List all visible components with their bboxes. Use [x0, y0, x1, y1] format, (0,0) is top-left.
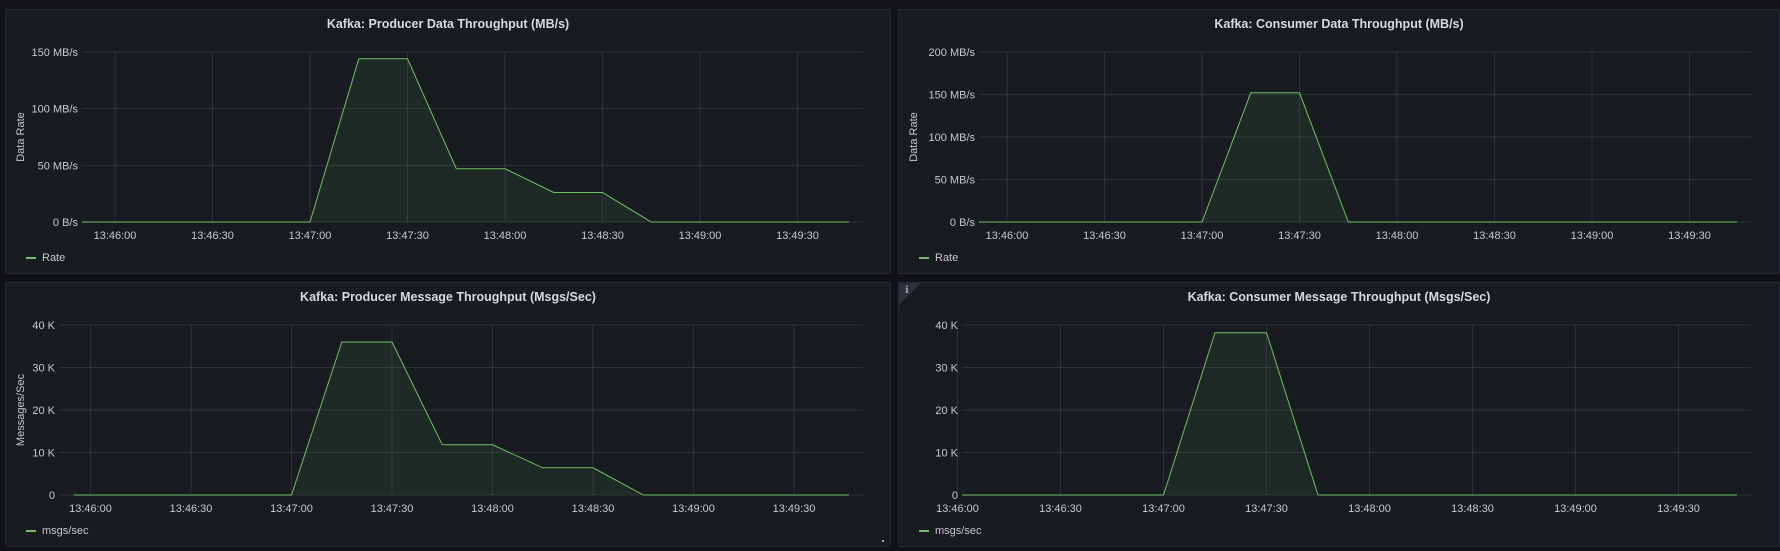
y-tick-label: 40 K [935, 320, 958, 332]
x-tick-label: 13:49:30 [773, 503, 816, 515]
x-tick-label: 13:48:30 [1473, 230, 1516, 242]
y-tick-label: 10 K [935, 448, 958, 460]
series-area [962, 332, 1737, 495]
y-tick-label: 0 B/s [53, 217, 79, 229]
x-tick-label: 13:47:30 [371, 503, 414, 515]
chart-consumer-data: 0 B/s 50 MB/s 100 MB/s 150 MB/s 200 MB/s 13:4… [908, 47, 1751, 242]
x-tick-label: 13:46:30 [1039, 503, 1082, 515]
x-tick-label: 13:47:30 [1278, 230, 1321, 242]
x-tick-label: 13:47:30 [1245, 503, 1288, 515]
x-tick-label: 13:46:30 [1083, 230, 1126, 242]
chart-producer-data: 0 B/s 50 MB/s 100 MB/s 150 MB/s 13:46:00 13:4… [15, 47, 863, 242]
legend-label: Rate [42, 252, 66, 264]
legend-swatch [26, 530, 36, 532]
x-tick-label: 13:48:00 [471, 503, 514, 515]
x-tick-label: 13:49:00 [1571, 230, 1614, 242]
y-axis-title: Data Rate [15, 112, 27, 162]
x-tick-label: 13:48:30 [572, 503, 615, 515]
x-tick-label: 13:46:00 [986, 230, 1029, 242]
series-area [979, 92, 1737, 222]
chart-consumer-messages: 010 K20 K30 K40 K13:46:00 13:46:30 13:47:0… [935, 320, 1751, 515]
y-tick-label: 150 MB/s [929, 90, 976, 102]
y-axis-title: Data Rate [908, 112, 920, 162]
x-tick-label: 13:46:00 [936, 503, 979, 515]
x-tick-label: 13:48:00 [1376, 230, 1419, 242]
panel-producer-message-throughput[interactable]: Kafka: Producer Message Throughput (Msgs… [5, 282, 891, 547]
x-tick-label: 13:48:00 [484, 230, 527, 242]
legend-label: msgs/sec [42, 525, 89, 537]
y-tick-label: 50 MB/s [935, 175, 976, 187]
y-tick-label: 30 K [32, 363, 55, 375]
y-tick-label: 10 K [32, 448, 55, 460]
series-area [82, 58, 849, 222]
x-tick-label: 13:47:00 [1142, 503, 1185, 515]
y-tick-label: 0 [49, 490, 55, 502]
legend-item-msgs-sec[interactable]: msgs/sec [26, 525, 88, 537]
y-tick-label: 100 MB/s [32, 104, 79, 116]
x-tick-label: 13:46:30 [191, 230, 234, 242]
y-tick-label: 30 K [935, 363, 958, 375]
legend-item-rate[interactable]: Rate [919, 252, 958, 264]
x-tick-label: 13:47:30 [386, 230, 429, 242]
panel-consumer-message-throughput[interactable]: ℹ Kafka: Consumer Message Throughput (Ms… [898, 282, 1780, 547]
x-tick-label: 13:49:00 [672, 503, 715, 515]
y-tick-label: 20 K [32, 405, 55, 417]
y-tick-label: 200 MB/s [929, 47, 976, 59]
x-tick-label: 13:46:00 [69, 503, 112, 515]
y-tick-label: 0 B/s [950, 217, 976, 229]
legend-item-rate[interactable]: Rate [26, 252, 65, 264]
resize-handle[interactable] [882, 540, 884, 542]
y-tick-label: 40 K [32, 320, 55, 332]
y-tick-label: 50 MB/s [38, 160, 79, 172]
x-tick-label: 13:49:30 [1668, 230, 1711, 242]
x-tick-label: 13:48:00 [1348, 503, 1391, 515]
y-tick-label: 20 K [935, 405, 958, 417]
legend-item-msgs-sec[interactable]: msgs/sec [919, 525, 981, 537]
x-tick-label: 13:46:00 [94, 230, 137, 242]
y-tick-label: 100 MB/s [929, 132, 976, 144]
series-area [73, 342, 850, 495]
legend-label: msgs/sec [935, 525, 982, 537]
x-tick-label: 13:48:30 [1451, 503, 1494, 515]
x-tick-label: 13:48:30 [581, 230, 624, 242]
x-tick-label: 13:47:00 [1181, 230, 1224, 242]
legend-swatch [919, 530, 929, 532]
x-tick-label: 13:47:00 [270, 503, 313, 515]
x-tick-label: 13:49:30 [1657, 503, 1700, 515]
panel-producer-data-throughput[interactable]: Kafka: Producer Data Throughput (MB/s) 0… [5, 9, 891, 274]
series-line [962, 332, 1737, 496]
series-line [979, 92, 1737, 223]
panel-consumer-data-throughput[interactable]: Kafka: Consumer Data Throughput (MB/s) 0… [898, 9, 1780, 274]
x-tick-label: 13:49:00 [679, 230, 722, 242]
legend-swatch [26, 257, 36, 259]
x-tick-label: 13:47:00 [289, 230, 332, 242]
x-tick-label: 13:49:00 [1554, 503, 1597, 515]
y-tick-label: 150 MB/s [32, 47, 79, 59]
legend-label: Rate [935, 252, 959, 264]
y-axis-title: Messages/Sec [15, 373, 27, 446]
x-tick-label: 13:46:30 [170, 503, 213, 515]
legend-swatch [919, 257, 929, 259]
chart-producer-messages: 0 10 K 20 K 30 K 40 K 13:46:00 13:46:30 13:47:0… [15, 320, 863, 515]
x-tick-label: 13:49:30 [776, 230, 819, 242]
